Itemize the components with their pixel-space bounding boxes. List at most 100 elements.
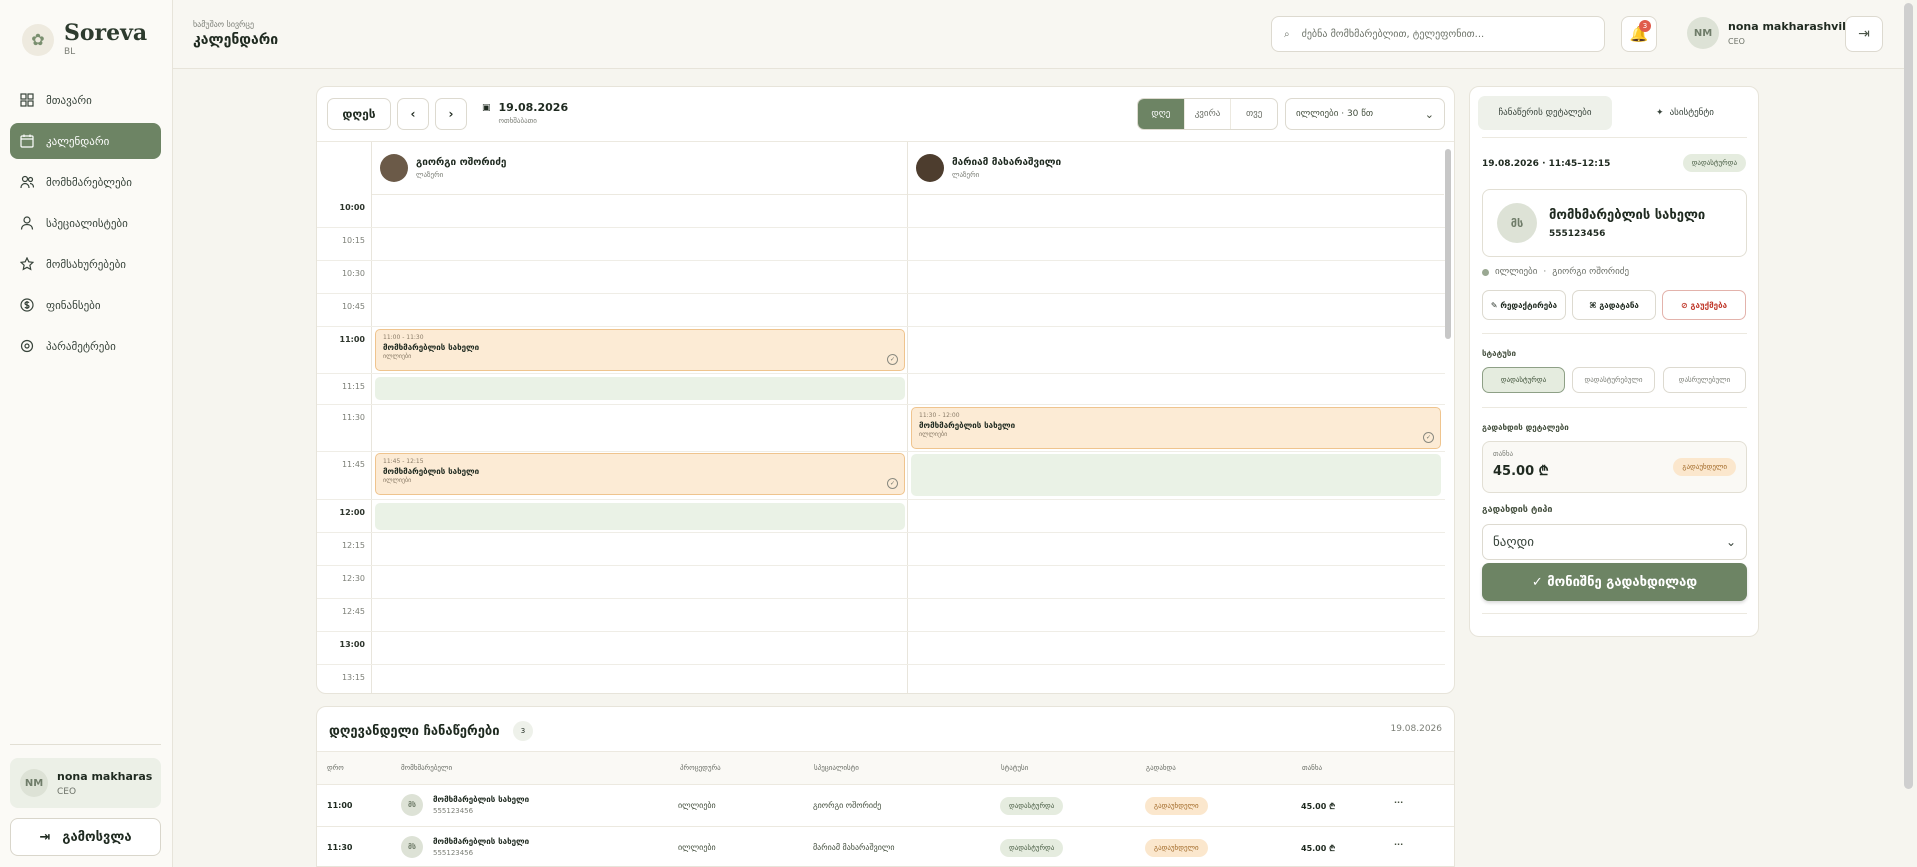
- edit-button[interactable]: ✎ რედაქტირება: [1482, 290, 1566, 320]
- page-scrollbar[interactable]: [1904, 3, 1913, 789]
- column-header: სტატუსი: [1001, 764, 1029, 772]
- divider: [1482, 407, 1747, 408]
- appointment-service: ილლიები: [383, 477, 412, 484]
- service-select-value: ილლიები · 30 წთ: [1296, 109, 1374, 119]
- dollar-icon: [20, 298, 34, 312]
- status-option-confirmed[interactable]: დადასტურდა: [1482, 367, 1565, 393]
- time-slot-row[interactable]: 12:30: [317, 566, 1445, 599]
- count-badge: 3: [513, 721, 533, 741]
- time-label: 12:00: [339, 508, 365, 517]
- column-header: სპეციალისტი: [814, 764, 859, 772]
- client-card[interactable]: მს მომხმარებლის სახელი 555123456: [1482, 189, 1747, 257]
- table-row[interactable]: 11:00 მს მომხმარებლის სახელი 555123456 ი…: [317, 785, 1454, 827]
- status-badge: დადასტურდა: [1000, 839, 1064, 857]
- tab-assistant[interactable]: ✦ ასისტენტი: [1618, 96, 1752, 130]
- appointment-card[interactable]: 11:00 - 11:30 მომხმარებლის სახელი ილლიებ…: [375, 329, 905, 371]
- check-circle-icon[interactable]: ✓: [887, 478, 898, 489]
- scrollbar-thumb[interactable]: [1445, 149, 1451, 339]
- view-week-tab[interactable]: კვირა: [1183, 99, 1231, 129]
- check-circle-icon[interactable]: ✓: [887, 354, 898, 365]
- appointment-card[interactable]: 11:45 - 12:15 მომხმარებლის სახელი ილლიებ…: [375, 453, 905, 495]
- status-option-completed[interactable]: დასრულებული: [1663, 367, 1746, 393]
- time-slot-row[interactable]: 10:00: [317, 195, 1445, 228]
- view-day-tab[interactable]: დღე: [1138, 99, 1184, 129]
- time-slot-row[interactable]: 13:15: [317, 665, 1445, 693]
- header-logout-button[interactable]: ⇥: [1845, 16, 1883, 52]
- user-role: CEO: [1728, 37, 1745, 46]
- cancel-appointment-button[interactable]: ⊘ გაუქმება: [1662, 290, 1746, 320]
- table-row[interactable]: 11:30 მს მომხმარებლის სახელი 555123456 ი…: [317, 827, 1454, 866]
- appointment-client: მომხმარებლის სახელი: [383, 467, 480, 476]
- tab-appointment-details[interactable]: ჩანაწერის დეტალები: [1478, 96, 1612, 130]
- service-select[interactable]: ილლიები · 30 წთ ⌄: [1285, 98, 1445, 130]
- specialist-column-header[interactable]: გიორგი ოშორიძე ლაზერი: [372, 142, 907, 195]
- divider: [1482, 137, 1747, 138]
- avatar: მს: [401, 836, 423, 858]
- specialist-column-header[interactable]: მარიამ მახარაშვილი ლაზერი: [908, 142, 1444, 195]
- reschedule-button[interactable]: ⌘ გადატანა: [1572, 290, 1656, 320]
- row-client-name: მომხმარებლის სახელი: [433, 837, 530, 846]
- status-option-approved[interactable]: დადასტურებული: [1572, 367, 1655, 393]
- notifications-button[interactable]: 🔔 3: [1621, 16, 1657, 52]
- appointment-time: 11:30 - 12:00: [919, 412, 960, 419]
- payment-type-select[interactable]: ნაღდი ⌄: [1482, 524, 1747, 560]
- sidebar-item-customers[interactable]: მომხმარებლები: [10, 164, 161, 200]
- payment-details-label: გადახდის დეტალები: [1482, 423, 1569, 432]
- appointment-meta: ილლიები · გიორგი ოშორიძე: [1482, 267, 1629, 277]
- sidebar-item-label: მომხმარებლები: [46, 175, 132, 189]
- calendar-scrollbar[interactable]: [1445, 149, 1451, 681]
- more-icon[interactable]: ···: [1394, 840, 1403, 849]
- logout-button[interactable]: ⇥ გამოსვლა: [10, 818, 161, 856]
- appointment-time: 11:00 - 11:30: [383, 334, 424, 341]
- meta-service: ილლიები: [1495, 267, 1538, 277]
- brand-name: Soreva: [64, 20, 148, 46]
- sparkle-icon: ✦: [1656, 108, 1664, 118]
- search-input[interactable]: ⌕ ძებნა მომხმარებლით, ტელეფონით...: [1271, 16, 1605, 52]
- chevron-down-icon: ⌄: [1725, 535, 1736, 549]
- appointment-time: 11:45 - 12:15: [383, 458, 424, 465]
- appointment-card[interactable]: 11:30 - 12:00 მომხმარებლის სახელი ილლიებ…: [911, 407, 1441, 449]
- specialist-sub: ლაზერი: [416, 171, 444, 179]
- check-circle-icon[interactable]: ✓: [1423, 432, 1434, 443]
- available-slot[interactable]: [375, 377, 905, 400]
- section-title: დღევანდელი ჩანაწერები: [329, 724, 500, 739]
- header-user[interactable]: NM nona makharashvili CEO: [1687, 17, 1850, 49]
- time-label: 10:30: [341, 269, 365, 278]
- time-slot-row[interactable]: 13:00: [317, 632, 1445, 665]
- sidebar-item-services[interactable]: მომსახურებები: [10, 246, 161, 282]
- available-slot[interactable]: [375, 503, 905, 530]
- view-month-tab[interactable]: თვე: [1230, 99, 1277, 129]
- next-day-button[interactable]: ›: [435, 98, 467, 130]
- more-icon[interactable]: ···: [1394, 798, 1403, 807]
- calendar-toolbar: დღეს ‹ › ▣ 19.08.2026 ოთხშაბათი დღე კვირ…: [317, 87, 1454, 142]
- sidebar-item-home[interactable]: მთავარი: [10, 82, 161, 118]
- brand-sub: BL: [64, 47, 76, 57]
- column-header: მომხმარებელი: [401, 764, 453, 772]
- sidebar-user-card[interactable]: NM nona makharas... CEO: [10, 758, 161, 808]
- logout-icon: ⇥: [1858, 26, 1870, 42]
- sidebar-item-calendar[interactable]: კალენდარი: [10, 123, 161, 159]
- row-client-phone: 555123456: [433, 849, 474, 857]
- calendar-board: დღეს ‹ › ▣ 19.08.2026 ოთხშაბათი დღე კვირ…: [316, 86, 1455, 694]
- time-slot-row[interactable]: 12:15: [317, 533, 1445, 566]
- time-slot-row[interactable]: 10:15: [317, 228, 1445, 261]
- today-button[interactable]: დღეს: [327, 98, 391, 130]
- logout-icon: ⇥: [39, 829, 51, 845]
- appointment-details-panel: ჩანაწერის დეტალები ✦ ასისტენტი 19.08.202…: [1469, 86, 1759, 637]
- prev-day-button[interactable]: ‹: [397, 98, 429, 130]
- time-slot-row[interactable]: 10:30: [317, 261, 1445, 294]
- time-slot-row[interactable]: 10:45: [317, 294, 1445, 327]
- sidebar-item-settings[interactable]: პარამეტრები: [10, 328, 161, 364]
- avatar: მს: [401, 794, 423, 816]
- time-label: 11:45: [341, 460, 365, 469]
- time-slot-row[interactable]: 12:45: [317, 599, 1445, 632]
- sidebar-item-specialists[interactable]: სპეციალისტები: [10, 205, 161, 241]
- available-slot[interactable]: [911, 454, 1441, 496]
- meta-separator: ·: [1543, 267, 1547, 277]
- sidebar-item-finance[interactable]: ფინანსები: [10, 287, 161, 323]
- appointment-client: მომხმარებლის სახელი: [919, 421, 1016, 430]
- status-dot-icon: [1482, 268, 1489, 276]
- mark-paid-button[interactable]: ✓ მონიშნე გადახდილად: [1482, 563, 1747, 601]
- brand-logo[interactable]: ✿ Soreva BL: [22, 22, 147, 57]
- client-name: მომხმარებლის სახელი: [1549, 207, 1706, 223]
